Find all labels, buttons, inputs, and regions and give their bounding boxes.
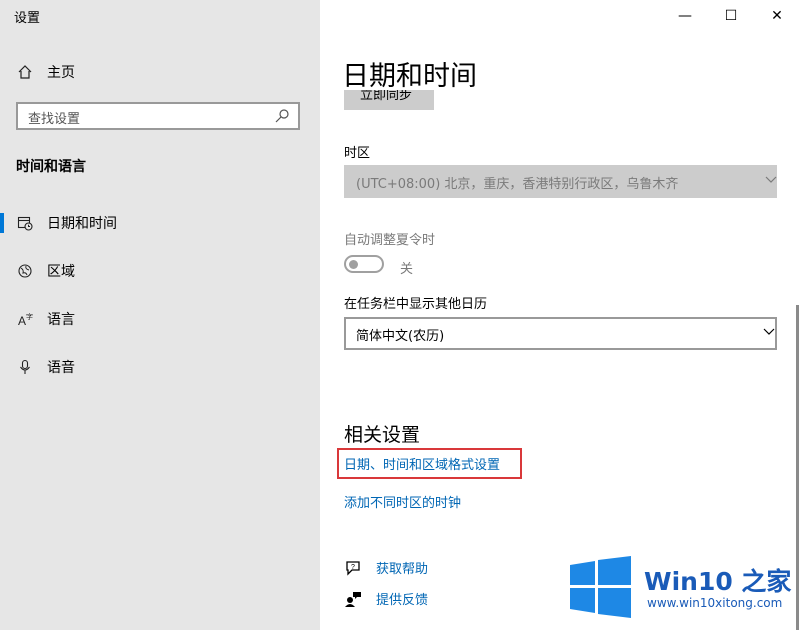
- sidebar-item-label: 主页: [47, 65, 75, 81]
- page-title: 日期和时间: [342, 61, 477, 92]
- sidebar-item-region[interactable]: 区域: [0, 253, 320, 289]
- svg-text:A: A: [18, 314, 26, 327]
- active-indicator: [0, 213, 4, 233]
- search-icon: [274, 108, 290, 124]
- sidebar-item-language[interactable]: A字 语言: [0, 301, 320, 337]
- feedback-link[interactable]: 提供反馈: [376, 589, 428, 608]
- feedback-icon: [344, 590, 362, 608]
- get-help-row[interactable]: ? 获取帮助: [344, 558, 428, 577]
- watermark-brand: Win10 之家: [644, 567, 792, 596]
- sync-now-button[interactable]: 立即同步: [344, 90, 434, 110]
- dst-toggle[interactable]: [344, 255, 384, 273]
- related-settings-title: 相关设置: [344, 424, 421, 446]
- sidebar-item-label: 语言: [47, 312, 75, 328]
- sidebar-item-datetime[interactable]: 日期和时间: [0, 205, 320, 241]
- calendar-clock-icon: [17, 215, 33, 231]
- chevron-down-icon: [763, 325, 775, 341]
- sidebar-item-home[interactable]: 主页: [0, 54, 320, 90]
- get-help-link[interactable]: 获取帮助: [376, 558, 428, 577]
- close-button[interactable]: ✕: [754, 2, 800, 30]
- help-chat-icon: ?: [344, 559, 362, 577]
- add-clocks-link[interactable]: 添加不同时区的时钟: [344, 492, 461, 511]
- calendar-select[interactable]: 简体中文(农历): [344, 317, 777, 350]
- calendar-label: 在任务栏中显示其他日历: [344, 297, 488, 312]
- windows-logo-icon: [570, 556, 631, 618]
- toggle-knob: [349, 260, 358, 269]
- sidebar: 设置 主页 查找设置 时间和语言 日期和时间 区域 A字 语言 语音: [0, 0, 320, 630]
- search-placeholder: 查找设置: [28, 112, 81, 127]
- timezone-select: (UTC+08:00) 北京，重庆，香港特别行政区，乌鲁木齐: [344, 165, 777, 198]
- globe-icon: [17, 263, 33, 279]
- sidebar-item-label: 日期和时间: [47, 216, 117, 232]
- sidebar-item-label: 语音: [47, 360, 75, 376]
- watermark: Win10 之家 www.win10xitong.com: [570, 556, 801, 626]
- dst-state: 关: [400, 262, 414, 277]
- svg-text:字: 字: [26, 312, 33, 321]
- sidebar-item-speech[interactable]: 语音: [0, 349, 320, 385]
- sync-now-label: 立即同步: [360, 90, 413, 103]
- microphone-icon: [17, 359, 33, 375]
- calendar-value: 简体中文(农历): [356, 329, 445, 344]
- main-panel: — ☐ ✕ 日期和时间 立即同步 时区 (UTC+08:00) 北京，重庆，香港…: [320, 0, 801, 630]
- search-input[interactable]: 查找设置: [16, 102, 300, 130]
- timezone-label: 时区: [344, 146, 371, 161]
- timezone-value: (UTC+08:00) 北京，重庆，香港特别行政区，乌鲁木齐: [356, 177, 679, 192]
- dst-label: 自动调整夏令时: [344, 233, 436, 248]
- region-format-link[interactable]: 日期、时间和区域格式设置: [344, 454, 500, 473]
- watermark-url: www.win10xitong.com: [647, 596, 783, 610]
- app-title: 设置: [14, 11, 41, 26]
- section-title: 时间和语言: [16, 159, 86, 175]
- minimize-button[interactable]: —: [662, 2, 708, 30]
- chevron-down-icon: [765, 173, 777, 189]
- sidebar-item-label: 区域: [47, 264, 75, 280]
- home-icon: [17, 64, 33, 80]
- maximize-button[interactable]: ☐: [708, 2, 754, 30]
- feedback-row[interactable]: 提供反馈: [344, 589, 428, 608]
- svg-text:?: ?: [351, 564, 355, 571]
- language-icon: A字: [17, 311, 33, 327]
